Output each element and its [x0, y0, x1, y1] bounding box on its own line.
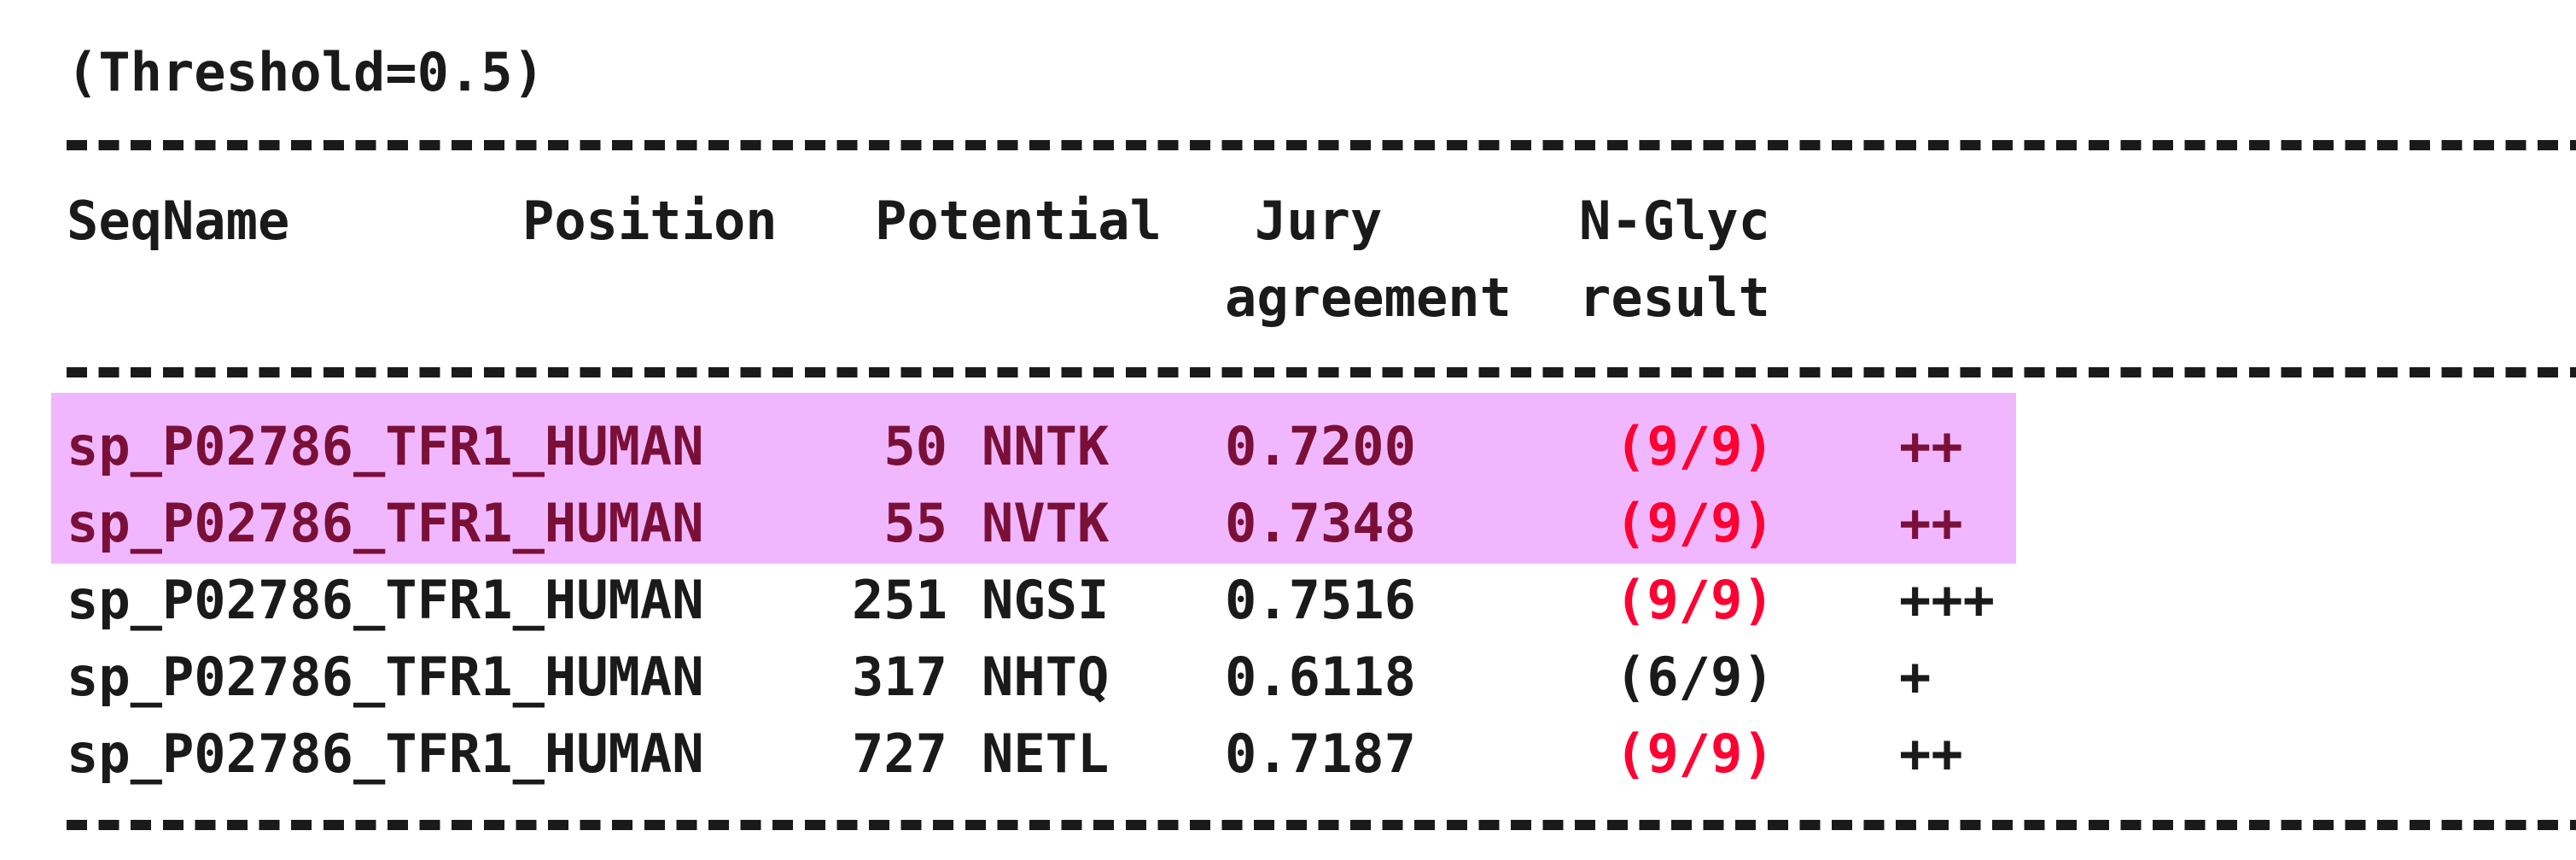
- row-jury: (9/9): [1615, 723, 1775, 785]
- row-potential: 0.6118: [1225, 646, 1416, 708]
- row-potential: 0.7348: [1225, 492, 1416, 554]
- row-result: +++: [1899, 569, 1995, 631]
- table-row: sp_P02786_TFR1_HUMAN 55 NVTK 0.7348 (9/9) ++: [0, 485, 2576, 562]
- row-motif: NNTK: [982, 415, 1110, 477]
- row-jury: (9/9): [1615, 569, 1775, 631]
- table-row: sp_P02786_TFR1_HUMAN 317 NHTQ 0.6118 (6/9) +: [0, 639, 2576, 716]
- row-motif: NHTQ: [982, 646, 1110, 708]
- row-motif: NETL: [982, 723, 1110, 785]
- row-seqname: sp_P02786_TFR1_HUMAN: [67, 415, 704, 477]
- row-motif: NGSI: [982, 569, 1110, 631]
- table-row: sp_P02786_TFR1_HUMAN 251 NGSI 0.7516 (9/9) ++…: [0, 562, 2576, 639]
- separator-header: [67, 367, 2576, 377]
- row-motif: NVTK: [982, 492, 1110, 554]
- row-potential: 0.7187: [1225, 723, 1416, 785]
- row-position: 251: [852, 569, 947, 631]
- header-result: result: [1579, 266, 1770, 329]
- header-jury: Jury: [1255, 190, 1383, 252]
- row-jury: (9/9): [1615, 492, 1775, 554]
- row-seqname: sp_P02786_TFR1_HUMAN: [67, 723, 704, 785]
- row-seqname: sp_P02786_TFR1_HUMAN: [67, 569, 704, 631]
- header-potential: Potential: [875, 190, 1162, 252]
- row-potential: 0.7200: [1225, 415, 1416, 477]
- table-row: sp_P02786_TFR1_HUMAN 727 NETL 0.7187 (9/9) ++: [0, 716, 2576, 793]
- row-position: 50: [883, 415, 947, 477]
- row-jury: (6/9): [1615, 646, 1775, 708]
- separator-top: [67, 140, 2576, 150]
- row-seqname: sp_P02786_TFR1_HUMAN: [67, 646, 704, 708]
- header-seqname: SeqName: [67, 190, 290, 252]
- threshold-label: (Threshold=0.5): [67, 41, 545, 103]
- table-row: sp_P02786_TFR1_HUMAN 50 NNTK 0.7200 (9/9) ++: [0, 408, 2576, 485]
- row-position: 317: [852, 646, 947, 708]
- row-result: ++: [1899, 723, 1963, 785]
- row-position: 727: [852, 723, 947, 785]
- row-jury: (9/9): [1615, 415, 1775, 477]
- row-seqname: sp_P02786_TFR1_HUMAN: [67, 492, 704, 554]
- row-result: ++: [1899, 492, 1963, 554]
- header-position: Position: [522, 190, 778, 252]
- separator-bottom: [67, 820, 2576, 830]
- row-position: 55: [883, 492, 947, 554]
- row-potential: 0.7516: [1225, 569, 1416, 631]
- header-nglyc: N-Glyc: [1579, 190, 1770, 252]
- row-result: ++: [1899, 415, 1963, 477]
- header-agreement: agreement: [1225, 266, 1512, 329]
- row-result: +: [1899, 646, 1932, 708]
